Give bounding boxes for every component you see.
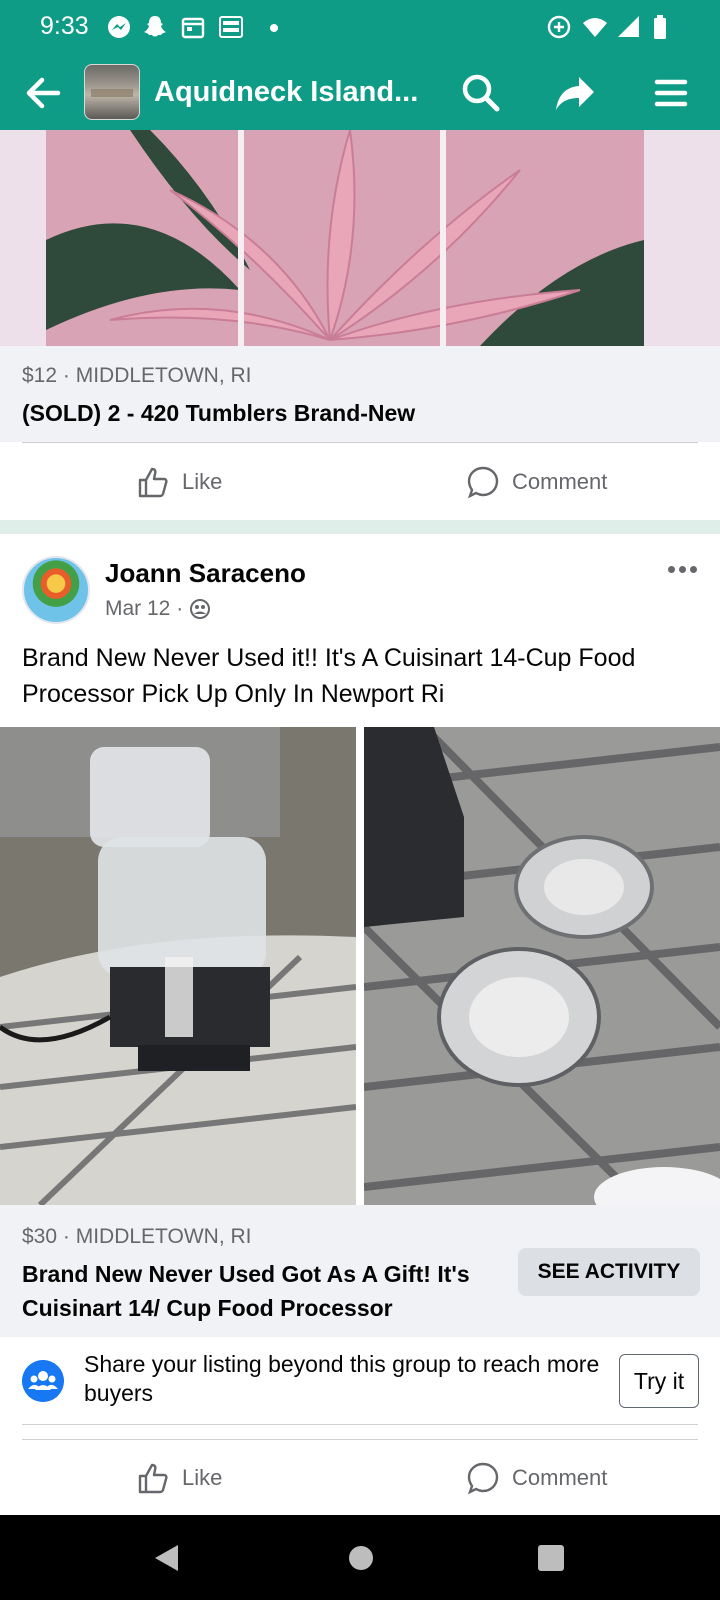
action-row: Like Comment <box>0 446 720 518</box>
post-body: Brand New Never Used it!! It's A Cuisina… <box>22 644 636 708</box>
back-arrow-icon[interactable] <box>20 70 66 116</box>
menu-icon[interactable] <box>648 70 694 116</box>
search-icon[interactable] <box>458 70 504 116</box>
comment-button[interactable]: Comment <box>466 446 607 518</box>
system-nav-bar <box>0 1515 720 1600</box>
like-button[interactable]: Like <box>136 446 222 518</box>
comment-icon <box>467 1462 499 1495</box>
food-processor-photo <box>0 727 356 1205</box>
divider <box>22 442 698 443</box>
post-separator <box>0 520 720 534</box>
messenger-icon <box>108 16 130 38</box>
status-time: 9:33 <box>40 12 89 40</box>
back-triangle-icon[interactable] <box>152 1543 182 1573</box>
calendar-icon <box>181 17 205 39</box>
group-title[interactable]: Aquidneck Island... <box>154 76 418 109</box>
group-avatar[interactable] <box>84 64 140 120</box>
thumbs-up-icon <box>138 467 168 498</box>
processor-discs-photo <box>364 727 720 1205</box>
recents-square-icon[interactable] <box>537 1543 565 1573</box>
like-button[interactable]: Like <box>136 1442 222 1514</box>
avatar[interactable] <box>22 556 90 624</box>
notification-dot <box>270 24 278 32</box>
like-label: Like <box>182 469 223 494</box>
price-location: $12 · MIDDLETOWN, RI <box>22 364 252 387</box>
news-icon <box>219 16 243 38</box>
action-row: Like Comment <box>0 1442 720 1514</box>
listing-title: (SOLD) 2 - 420 Tumblers Brand-New <box>22 400 416 426</box>
share-prompt: Share your listing beyond this group to … <box>84 1351 600 1406</box>
divider <box>22 1439 698 1440</box>
post-date[interactable]: Mar 12 · <box>105 597 211 621</box>
more-options-icon[interactable] <box>668 562 702 576</box>
group-people-icon <box>22 1360 64 1402</box>
like-label: Like <box>182 1465 223 1490</box>
snapchat-icon <box>144 16 166 37</box>
status-bar: 9:33 <box>0 0 720 56</box>
listing-title: Brand New Never Used Got As A Gift! It's… <box>22 1261 470 1321</box>
app-bar: Aquidneck Island... <box>0 56 720 130</box>
price-location: $30 · MIDDLETOWN, RI <box>22 1225 252 1248</box>
thumbs-up-icon <box>138 1463 168 1494</box>
wifi-icon <box>583 18 607 37</box>
post-date-text: Mar 12 · <box>105 597 184 620</box>
comment-button[interactable]: Comment <box>466 1442 607 1514</box>
comment-label: Comment <box>512 1465 608 1490</box>
try-it-button[interactable]: Try it <box>619 1354 699 1408</box>
data-saver-icon <box>547 15 571 39</box>
divider <box>22 1424 698 1425</box>
listing-info-sold[interactable]: $12 · MIDDLETOWN, RI (SOLD) 2 - 420 Tumb… <box>0 346 720 442</box>
home-circle-icon[interactable] <box>347 1543 375 1573</box>
listing-photo-1[interactable] <box>0 727 356 1205</box>
comment-icon <box>467 466 499 499</box>
listing-photo-tumblers[interactable] <box>0 130 720 346</box>
cannabis-leaf-art <box>0 130 720 346</box>
author-name[interactable]: Joann Saraceno <box>105 558 306 589</box>
signal-icon <box>618 16 639 37</box>
comment-label: Comment <box>512 469 608 494</box>
battery-icon <box>654 15 666 39</box>
see-activity-button[interactable]: SEE ACTIVITY <box>518 1248 700 1296</box>
group-audience-icon <box>190 599 211 619</box>
share-icon[interactable] <box>552 70 598 116</box>
listing-photo-2[interactable] <box>364 727 720 1205</box>
